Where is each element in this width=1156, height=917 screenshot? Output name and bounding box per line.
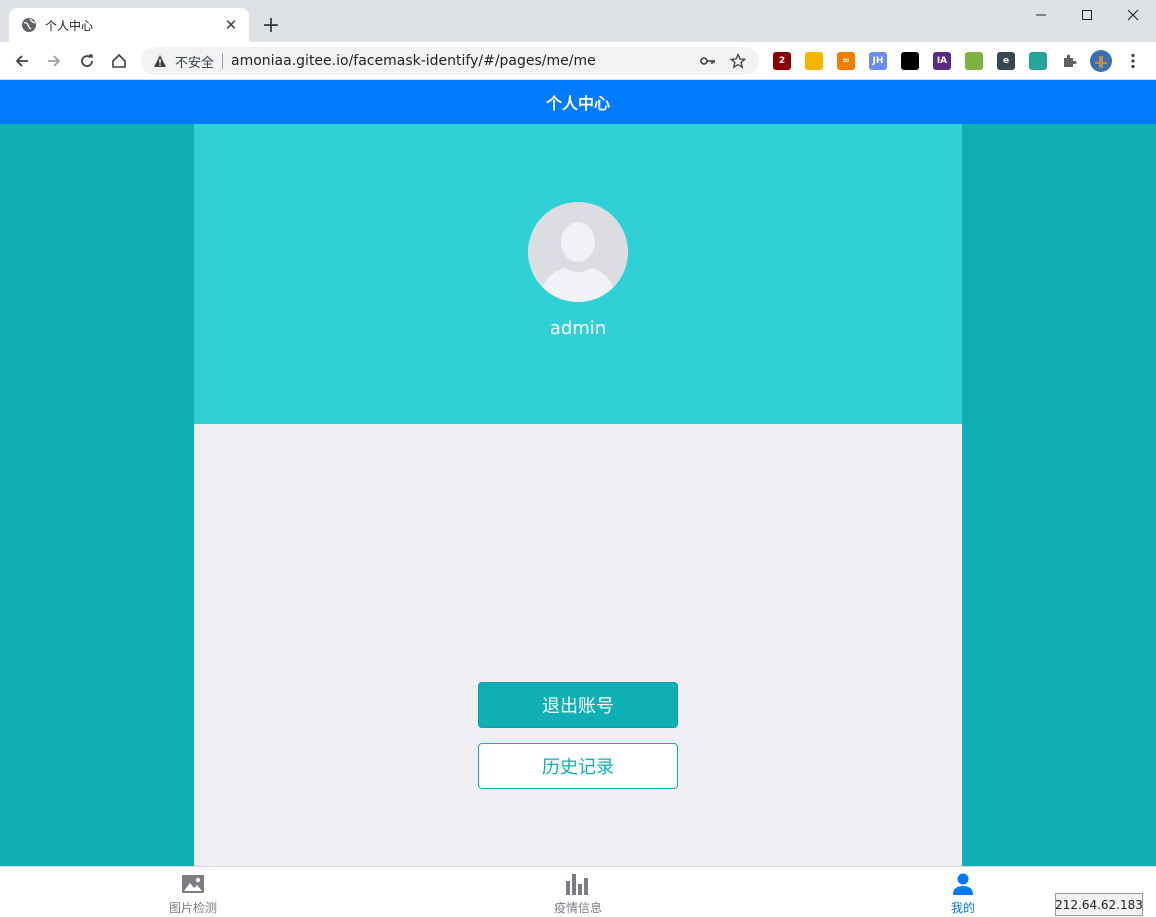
- tab-label: 疫情信息: [553, 901, 602, 915]
- tab-epidemic-info[interactable]: 疫情信息: [518, 867, 638, 917]
- maximize-button[interactable]: [1064, 0, 1110, 30]
- arrow-left-icon: [15, 55, 28, 67]
- security-label[interactable]: 不安全: [175, 52, 214, 71]
- ublock-icon[interactable]: 2: [773, 52, 791, 70]
- profile-header: admin: [194, 124, 962, 424]
- url-text[interactable]: amoniaa.gitee.io/facemask-identify/#/pag…: [231, 53, 699, 69]
- menu-button[interactable]: [1121, 49, 1145, 73]
- ip-address-badge: 212.64.62.183: [1055, 893, 1143, 916]
- star-icon[interactable]: [729, 52, 747, 70]
- close-icon[interactable]: ✕: [223, 16, 239, 34]
- arrow-right-icon: [48, 55, 61, 67]
- bar-chart-icon: [565, 872, 591, 896]
- new-tab-button[interactable]: +: [260, 13, 282, 38]
- person-icon: [950, 872, 976, 896]
- ia-ext-icon[interactable]: IA: [933, 52, 951, 70]
- image-icon: [180, 872, 206, 896]
- logout-button[interactable]: 退出账号: [478, 682, 678, 728]
- warning-icon[interactable]: [153, 54, 167, 68]
- page-title: 个人中心: [545, 94, 610, 113]
- avatar: [528, 202, 628, 302]
- tampermonkey-icon[interactable]: [901, 52, 919, 70]
- bottom-tab-bar: 图片检测 疫情信息 我的: [0, 866, 1156, 917]
- tab-me[interactable]: 我的: [903, 867, 1023, 917]
- username: admin: [549, 318, 607, 339]
- more-vert-icon: [1131, 53, 1135, 69]
- back-button[interactable]: [10, 49, 34, 73]
- close-window-button[interactable]: [1110, 0, 1156, 30]
- jh-ext-icon[interactable]: JH: [869, 52, 887, 70]
- app-page: 个人中心 admin 退出账号 历史记录 图片检测 疫情信息 我的: [0, 80, 1156, 917]
- owl-ext-icon[interactable]: [965, 52, 983, 70]
- extensions-button[interactable]: [1057, 49, 1081, 73]
- navigation-bar: 个人中心: [0, 80, 1156, 124]
- reload-button[interactable]: [75, 49, 99, 73]
- browser-tab[interactable]: 个人中心 ✕: [9, 8, 249, 42]
- divider: [222, 53, 224, 69]
- key-icon[interactable]: [699, 52, 717, 70]
- forward-button[interactable]: [42, 49, 66, 73]
- home-icon: [112, 53, 126, 68]
- infinity-ext-icon[interactable]: ∞: [837, 52, 855, 70]
- tab-label: 图片检测: [168, 901, 217, 915]
- puzzle-icon: [1064, 54, 1077, 67]
- minimize-button[interactable]: [1018, 0, 1064, 30]
- default-avatar-icon: [528, 202, 628, 302]
- history-button[interactable]: 历史记录: [478, 743, 678, 789]
- home-button[interactable]: [107, 49, 131, 73]
- reload-icon: [81, 54, 93, 67]
- tab-title: 个人中心: [45, 18, 94, 33]
- browser-tabstrip: 个人中心 ✕ +: [0, 0, 1156, 42]
- main-content: admin 退出账号 历史记录: [194, 124, 962, 866]
- shield-ext-icon[interactable]: [805, 52, 823, 70]
- tab-label: 我的: [950, 901, 975, 915]
- browser-toolbar: 不安全 amoniaa.gitee.io/facemask-identify/#…: [0, 42, 1156, 80]
- eyedropper-ext-icon[interactable]: [1029, 52, 1047, 70]
- tab-image-detect[interactable]: 图片检测: [133, 867, 253, 917]
- profile-avatar[interactable]: [1089, 49, 1113, 73]
- globe-icon: [21, 17, 37, 33]
- e-ext-icon[interactable]: e: [997, 52, 1015, 70]
- address-bar[interactable]: 不安全 amoniaa.gitee.io/facemask-identify/#…: [141, 47, 759, 75]
